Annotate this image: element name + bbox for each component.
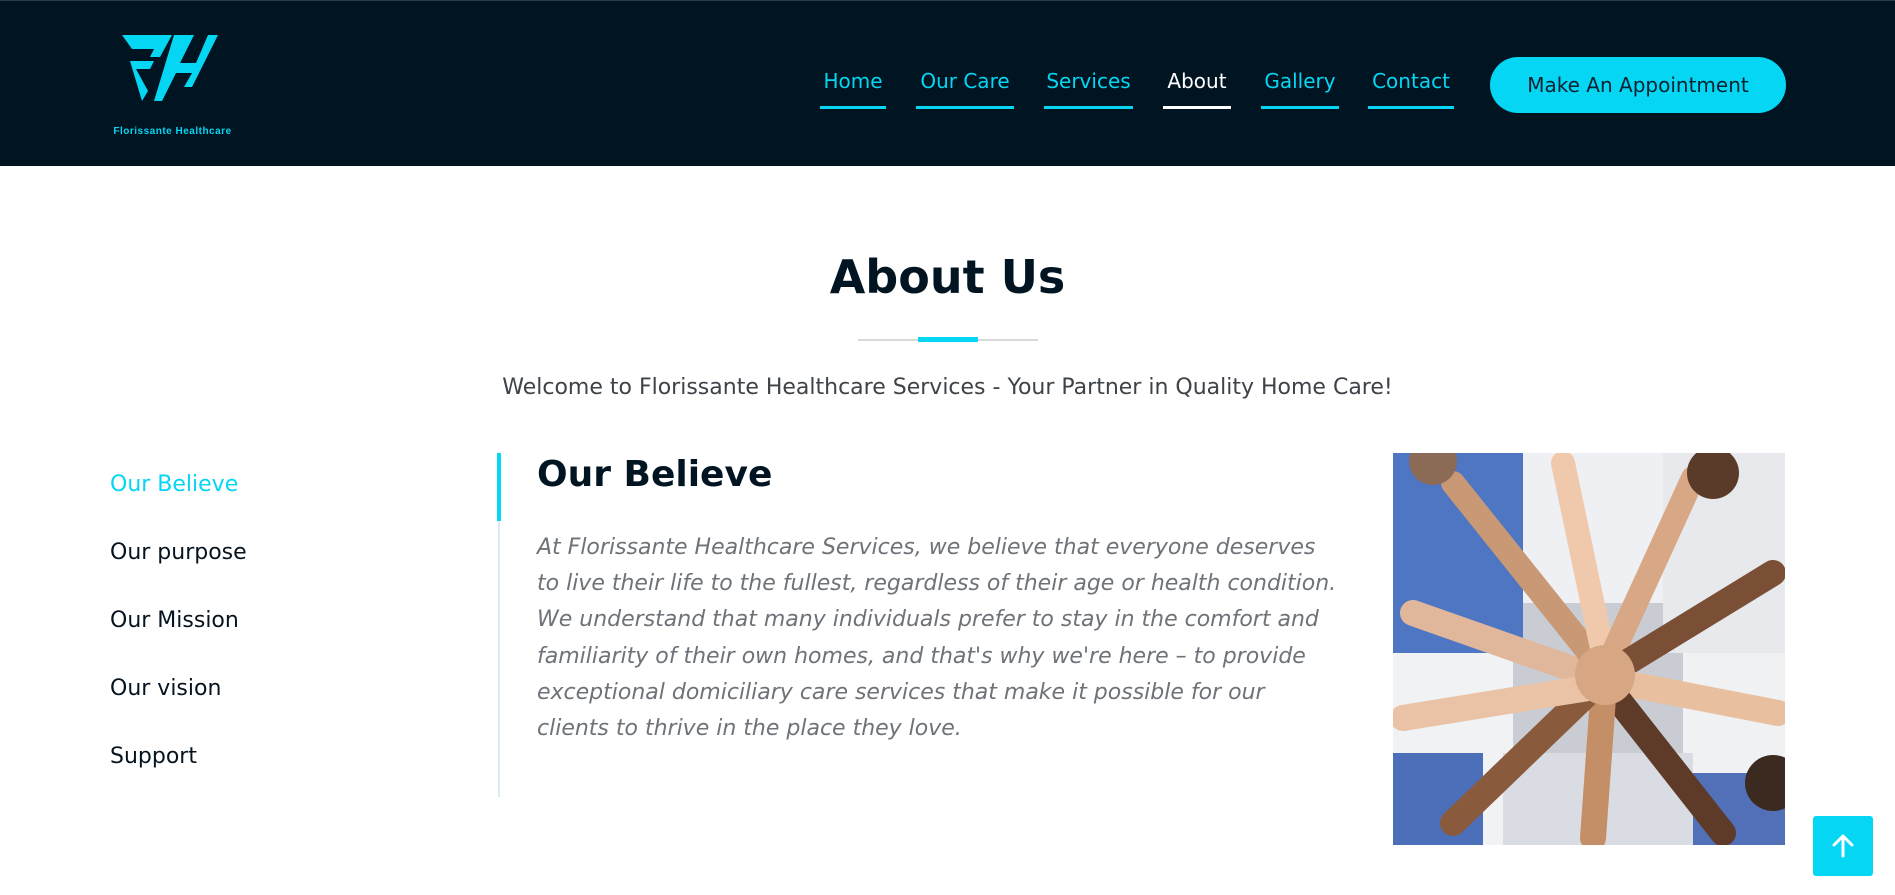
side-item-our-mission[interactable]: Our Mission — [110, 608, 239, 633]
content-title: Our Believe — [537, 454, 773, 495]
back-to-top-button[interactable] — [1813, 816, 1873, 876]
nav-services[interactable]: Services — [1044, 65, 1133, 109]
brand-logo[interactable]: Florissante Healthcare — [110, 31, 235, 141]
page-title: About Us — [829, 250, 1066, 304]
side-item-our-purpose[interactable]: Our purpose — [110, 540, 247, 565]
side-item-support[interactable]: Support — [110, 744, 197, 769]
nav-home[interactable]: Home — [820, 65, 886, 109]
nav-our-care[interactable]: Our Care — [916, 65, 1014, 109]
title-divider-accent — [918, 337, 978, 342]
team-hands-photo — [1393, 453, 1785, 845]
arrow-up-icon — [1832, 834, 1854, 858]
nav-about[interactable]: About — [1163, 65, 1231, 109]
content-text: At Florissante Healthcare Services, we b… — [537, 535, 1337, 742]
make-appointment-button[interactable]: Make An Appointment — [1490, 57, 1786, 113]
nav-gallery[interactable]: Gallery — [1261, 65, 1339, 109]
side-item-our-vision[interactable]: Our vision — [110, 676, 221, 701]
fh-logo-icon — [122, 35, 218, 101]
side-item-our-believe[interactable]: Our Believe — [110, 472, 238, 497]
logo-text: Florissante Healthcare — [113, 126, 232, 137]
site-header: Florissante Healthcare Home Our Care Ser… — [0, 0, 1895, 166]
content-border-accent — [497, 453, 501, 521]
welcome-text: Welcome to Florissante Healthcare Servic… — [502, 375, 1393, 400]
nav-contact[interactable]: Contact — [1368, 65, 1454, 109]
